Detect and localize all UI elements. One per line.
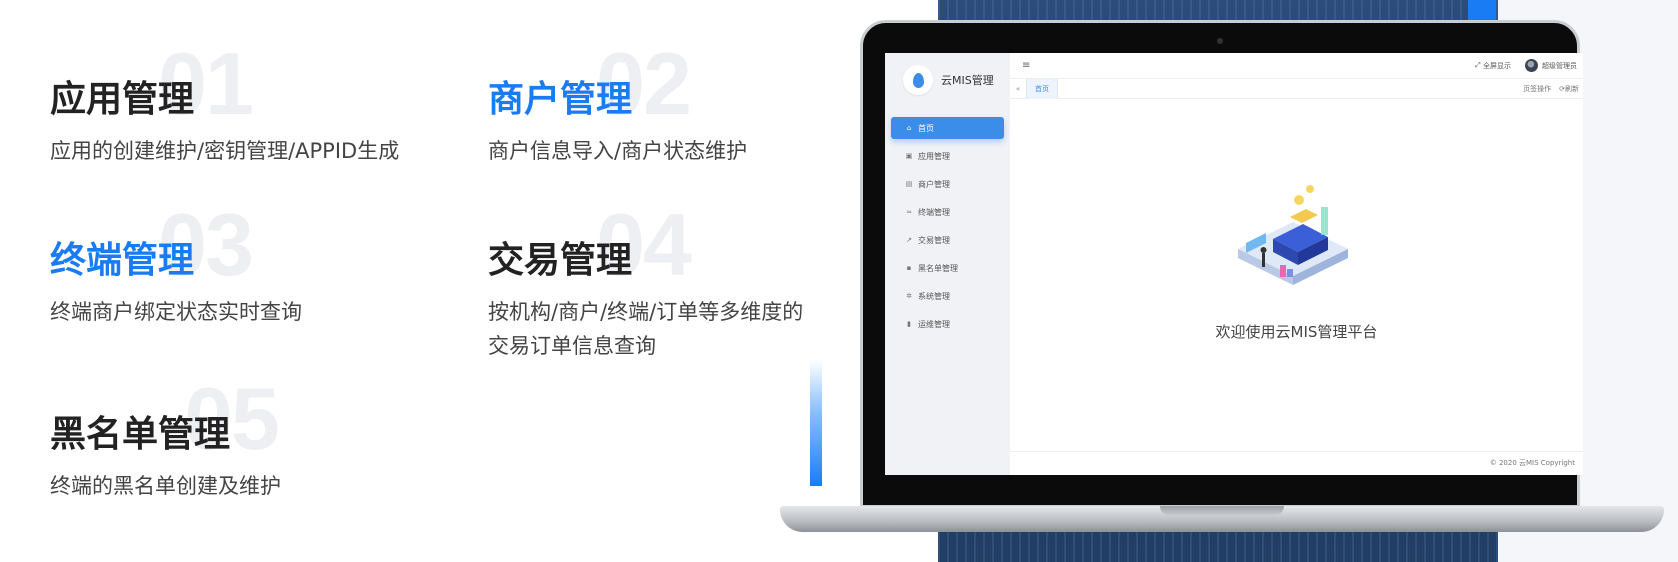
sidebar-item-system[interactable]: ✲ 系统管理 [891, 285, 1004, 307]
laptop-camera [1217, 38, 1223, 44]
feature-title: 商户管理 [488, 79, 633, 120]
page-ops-dropdown[interactable]: 页签操作 [1523, 84, 1551, 94]
wifi-icon: ≈ [906, 208, 912, 216]
app-name: 云MIS管理 [941, 74, 994, 87]
refresh-label: 刷新 [1565, 84, 1579, 93]
laptop-screen: 云MIS管理 ⌂ 首页 ▣ 应用管理 ▤ 商户管理 ≈ 终端管理 ↗ 交易管理 [885, 53, 1583, 475]
main-content: 欢迎使用云MIS管理平台 [1010, 99, 1583, 451]
feature-blacklist-management: 05 黑名单管理 终端的黑名单创建及维护 [50, 375, 281, 503]
fullscreen-button[interactable]: 全屏显示 [1483, 61, 1511, 71]
feature-title: 终端管理 [50, 240, 195, 281]
feature-title: 应用管理 [50, 79, 195, 120]
sidebar-item-home[interactable]: ⌂ 首页 [891, 117, 1004, 139]
feature-transaction-management: 04 交易管理 按机构/商户/终端/订单等多维度的 交易订单信息查询 [488, 201, 803, 363]
scroll-left-icon[interactable]: « [1010, 85, 1026, 93]
feature-title: 交易管理 [488, 240, 633, 281]
feature-terminal-management: 03 终端管理 终端商户绑定状态实时查询 [50, 201, 302, 329]
laptop-notch [1160, 506, 1284, 515]
doc-icon: ▮ [907, 320, 911, 328]
sidebar-item-transactions[interactable]: ↗ 交易管理 [891, 229, 1004, 251]
sidebar-item-merchants[interactable]: ▤ 商户管理 [891, 173, 1004, 195]
sidebar-item-terminals[interactable]: ≈ 终端管理 [891, 201, 1004, 223]
sidebar-item-label: 应用管理 [918, 151, 950, 161]
home-icon: ⌂ [906, 124, 912, 132]
merchant-icon: ▤ [905, 180, 913, 188]
gear-icon: ✲ [906, 292, 912, 300]
footer-copyright: © 2020 云MIS Copyright [1010, 451, 1583, 475]
water-drop-icon [903, 65, 933, 95]
sidebar-item-label: 运维管理 [918, 319, 950, 329]
app-icon: ▣ [905, 152, 913, 160]
blacklist-icon: ▪ [906, 264, 912, 272]
sidebar-item-apps[interactable]: ▣ 应用管理 [891, 145, 1004, 167]
top-bar: ≡ ⤢ 全屏显示 超级管理员 [1010, 53, 1583, 79]
tab-home[interactable]: 首页 [1026, 78, 1058, 99]
feature-description: 终端商户绑定状态实时查询 [50, 300, 302, 324]
sidebar-nav: ⌂ 首页 ▣ 应用管理 ▤ 商户管理 ≈ 终端管理 ↗ 交易管理 ▪ 黑名单管理 [891, 117, 1004, 341]
welcome-message: 欢迎使用云MIS管理平台 [1215, 323, 1378, 341]
sidebar: 云MIS管理 ⌂ 首页 ▣ 应用管理 ▤ 商户管理 ≈ 终端管理 ↗ 交易管理 [885, 53, 1010, 475]
tab-operations: 页签操作 ⟳刷新 [1523, 84, 1579, 94]
refresh-button[interactable]: ⟳刷新 [1559, 84, 1579, 94]
sidebar-item-label: 系统管理 [918, 291, 950, 301]
tab-bar: « 首页 页签操作 ⟳刷新 [1010, 78, 1583, 99]
sidebar-item-ops[interactable]: ▮ 运维管理 [891, 313, 1004, 335]
feature-description: 按机构/商户/终端/订单等多维度的 交易订单信息查询 [488, 295, 803, 363]
sidebar-item-label: 首页 [918, 123, 934, 133]
feature-app-management: 01 应用管理 应用的创建维护/密钥管理/APPID生成 [50, 40, 400, 168]
feature-description: 终端的黑名单创建及维护 [50, 474, 281, 498]
isometric-welcome-illustration [1238, 185, 1348, 285]
avatar[interactable] [1525, 59, 1538, 72]
feature-description: 应用的创建维护/密钥管理/APPID生成 [50, 139, 400, 163]
feature-title: 黑名单管理 [50, 414, 231, 455]
top-bar-actions: ⤢ 全屏显示 超级管理员 [1475, 59, 1577, 72]
feature-description-line: 按机构/商户/终端/订单等多维度的 [488, 300, 804, 324]
menu-toggle-icon[interactable]: ≡ [1022, 60, 1030, 71]
app-logo[interactable]: 云MIS管理 [903, 65, 994, 95]
accent-gradient-bar [810, 360, 822, 486]
feature-merchant-management: 02 商户管理 商户信息导入/商户状态维护 [488, 40, 748, 168]
sidebar-item-blacklist[interactable]: ▪ 黑名单管理 [891, 257, 1004, 279]
chart-icon: ↗ [906, 236, 912, 244]
fullscreen-icon: ⤢ [1475, 61, 1483, 69]
feature-description-line: 交易订单信息查询 [488, 334, 656, 358]
sidebar-item-label: 商户管理 [918, 179, 950, 189]
sidebar-item-label: 黑名单管理 [918, 263, 958, 273]
sidebar-item-label: 交易管理 [918, 235, 950, 245]
user-name[interactable]: 超级管理员 [1542, 61, 1577, 71]
sidebar-item-label: 终端管理 [918, 207, 950, 217]
feature-description: 商户信息导入/商户状态维护 [488, 139, 748, 163]
